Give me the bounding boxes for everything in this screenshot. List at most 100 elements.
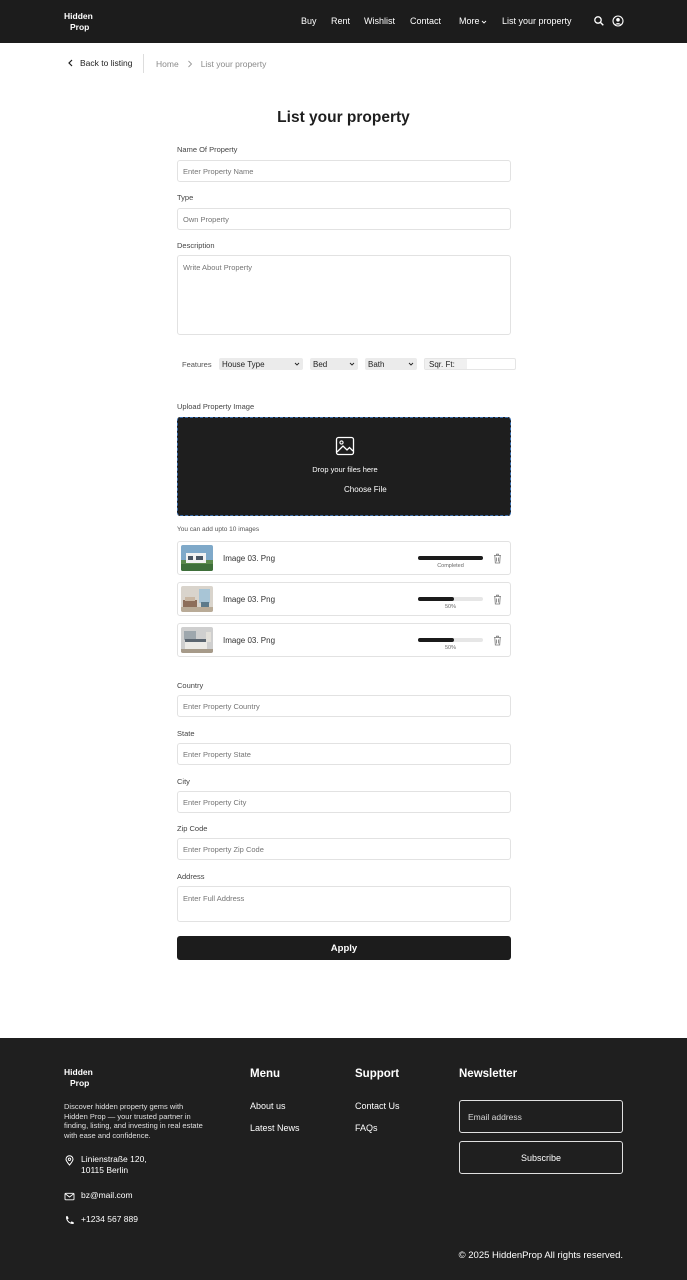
nav-buy[interactable]: Buy (301, 16, 317, 26)
user-account-icon[interactable] (612, 15, 624, 27)
file-name: Image 03. Png (223, 636, 276, 645)
zip-label: Zip Code (177, 824, 208, 833)
upload-status: Completed (437, 563, 464, 569)
file-thumbnail (181, 586, 213, 612)
features-label: Features (182, 360, 212, 369)
phone-text: +1234 567 889 (81, 1214, 138, 1224)
footer-logo-line-2: Prop (70, 1078, 90, 1088)
breadcrumb-home[interactable]: Home (156, 59, 179, 69)
mail-icon (64, 1192, 75, 1201)
nav-more-label: More (459, 16, 480, 26)
file-name: Image 03. Png (223, 554, 276, 563)
apply-button[interactable]: Apply (177, 936, 511, 960)
page-title: List your property (277, 109, 410, 126)
chevron-down-icon (408, 362, 414, 366)
description-textarea[interactable] (177, 255, 511, 335)
breadcrumb: Home List your property (156, 59, 266, 69)
nav-contact[interactable]: Contact (410, 16, 441, 26)
choose-file-button[interactable]: Choose File (344, 485, 387, 494)
upload-file-item: Image 03. Png 50% (177, 582, 511, 616)
footer-description: Discover hidden property gems with Hidde… (64, 1102, 203, 1140)
newsletter-email-input[interactable] (459, 1100, 623, 1133)
trash-icon[interactable] (493, 594, 502, 605)
file-name: Image 03. Png (223, 595, 276, 604)
trash-icon[interactable] (493, 553, 502, 564)
file-thumbnail (181, 545, 213, 571)
divider (143, 54, 144, 73)
menu-heading: Menu (250, 1068, 281, 1080)
nav-list-property[interactable]: List your property (502, 16, 572, 26)
country-input[interactable] (177, 695, 511, 717)
upload-status: 50% (444, 645, 456, 651)
breadcrumb-current: List your property (200, 59, 267, 69)
chevron-down-icon (349, 362, 355, 366)
chevron-down-icon (294, 362, 300, 366)
location-pin-icon (65, 1155, 74, 1166)
bed-value: Bed (313, 359, 328, 369)
upload-file-item: Image 03. Png 50% (177, 623, 511, 657)
property-name-input[interactable] (177, 160, 511, 182)
nav-more[interactable]: More (459, 16, 487, 26)
file-thumbnail (181, 627, 213, 653)
address-label: Address (177, 872, 205, 881)
sqft-input[interactable]: Sqr. Ft: (424, 358, 516, 370)
type-label: Type (177, 193, 194, 202)
footer-link-faqs[interactable]: FAQs (355, 1123, 378, 1133)
footer-link-about[interactable]: About us (250, 1101, 286, 1111)
description-label: Description (177, 241, 215, 250)
footer-address: Linienstraße 120, 10115 Berlin (64, 1154, 147, 1176)
upload-progress-bar (418, 638, 483, 642)
country-label: Country (177, 681, 204, 690)
upload-progress-bar (418, 597, 483, 601)
search-icon[interactable] (593, 15, 605, 27)
back-label: Back to listing (80, 58, 133, 68)
drop-text: Drop your files here (312, 465, 378, 474)
city-label: City (177, 777, 190, 786)
upload-progress-bar (418, 556, 483, 560)
upload-hint: You can add upto 10 images (177, 526, 260, 533)
phone-icon (65, 1216, 74, 1225)
house-type-value: House Type (222, 359, 265, 369)
logo-line-1: Hidden (64, 11, 93, 21)
footer-link-contact[interactable]: Contact Us (355, 1101, 400, 1111)
nav-rent[interactable]: Rent (331, 16, 350, 26)
address-line-1: Linienstraße 120, (81, 1154, 147, 1164)
footer-link-news[interactable]: Latest News (250, 1123, 300, 1133)
house-type-select[interactable]: House Type (219, 358, 303, 370)
footer-logo[interactable]: Hidden Prop (64, 1067, 93, 1089)
image-upload-icon (335, 436, 355, 456)
zip-code-input[interactable] (177, 838, 511, 860)
trash-icon[interactable] (493, 635, 502, 646)
footer-email[interactable]: bz@mail.com (64, 1190, 133, 1202)
footer-phone[interactable]: +1234 567 889 (64, 1214, 138, 1226)
footer: Hidden Prop Discover hidden property gem… (0, 1038, 687, 1280)
address-line-2: 10115 Berlin (81, 1165, 129, 1175)
subscribe-button[interactable]: Subscribe (459, 1141, 623, 1174)
upload-label: Upload Property Image (177, 402, 255, 411)
chevron-left-icon (68, 59, 73, 67)
logo[interactable]: Hidden Prop (64, 11, 93, 33)
bath-select[interactable]: Bath (365, 358, 417, 370)
state-label: State (177, 729, 195, 738)
chevron-right-icon (187, 60, 192, 68)
name-label: Name Of Property (177, 145, 238, 154)
top-navbar: Hidden Prop Buy Rent Wishlist Contact Mo… (0, 0, 687, 43)
address-input[interactable] (177, 886, 511, 922)
bath-value: Bath (368, 359, 385, 369)
sqft-label: Sqr. Ft: (425, 359, 467, 369)
copyright: © 2025 HiddenProp All rights reserved. (458, 1250, 623, 1261)
email-text: bz@mail.com (81, 1190, 133, 1200)
upload-file-item: Image 03. Png Completed (177, 541, 511, 575)
property-type-input[interactable] (177, 208, 511, 230)
chevron-down-icon (481, 20, 486, 24)
support-heading: Support (355, 1068, 400, 1080)
newsletter-heading: Newsletter (459, 1068, 518, 1080)
upload-status: 50% (444, 604, 456, 610)
footer-logo-line-1: Hidden (64, 1067, 93, 1077)
nav-wishlist[interactable]: Wishlist (364, 16, 395, 26)
state-input[interactable] (177, 743, 511, 765)
bed-select[interactable]: Bed (310, 358, 358, 370)
file-dropzone[interactable]: Drop your files here Choose File (177, 417, 511, 516)
city-input[interactable] (177, 791, 511, 813)
back-to-listing-link[interactable]: Back to listing (67, 58, 132, 68)
